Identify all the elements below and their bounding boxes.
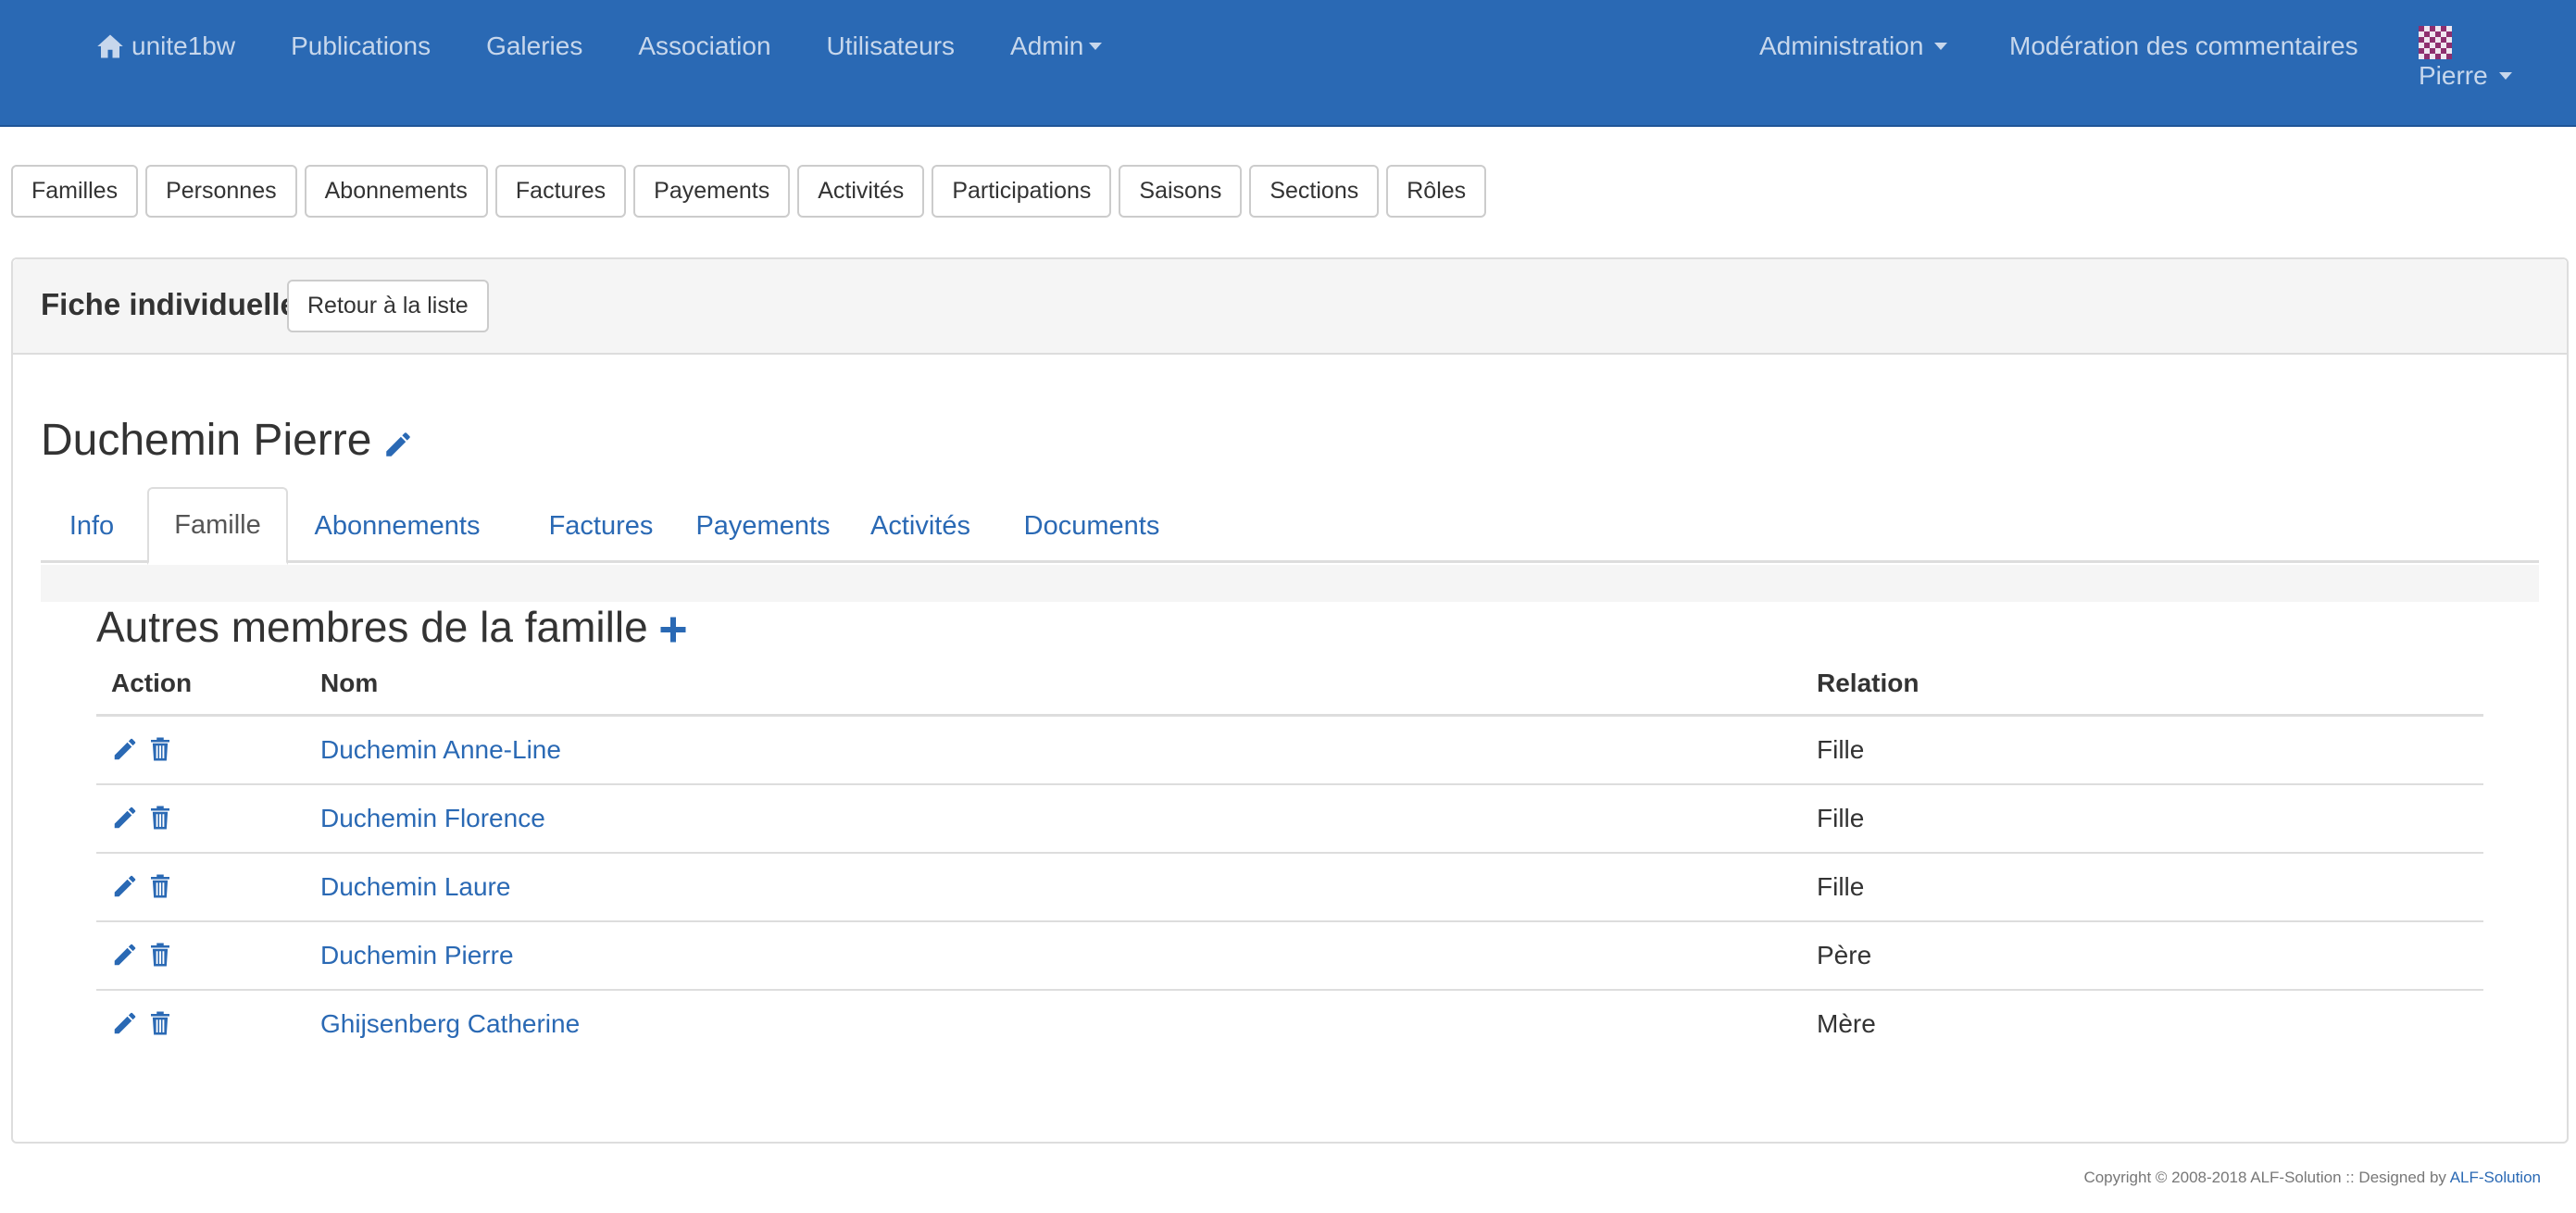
nav-admin-label: Admin	[1010, 31, 1084, 60]
member-name-link[interactable]: Duchemin Pierre	[320, 941, 514, 970]
th-relation: Relation	[1817, 669, 1919, 697]
person-name: Duchemin Pierre	[41, 416, 372, 465]
top-navbar: unite1bw Publications Galeries Associati…	[0, 0, 2576, 127]
subnav-sections[interactable]: Sections	[1249, 165, 1380, 218]
subnav-personnes[interactable]: Personnes	[145, 165, 297, 218]
table-row: Duchemin Anne-Line Fille	[96, 717, 2483, 785]
footer-link[interactable]: ALF-Solution	[2450, 1169, 2541, 1186]
row-actions	[111, 941, 181, 969]
tab-documents[interactable]: Documents	[1013, 487, 1170, 565]
nav-galeries[interactable]: Galeries	[486, 31, 582, 61]
table-header: Action Nom Relation	[96, 663, 2483, 717]
table-row: Duchemin Laure Fille	[96, 854, 2483, 922]
table-row: Duchemin Florence Fille	[96, 785, 2483, 854]
member-name-link[interactable]: Duchemin Anne-Line	[320, 735, 561, 765]
trash-icon[interactable]	[146, 1009, 174, 1037]
th-nom: Nom	[320, 669, 379, 697]
caret-down-icon	[1934, 43, 1948, 50]
row-actions	[111, 1009, 181, 1037]
member-relation: Fille	[1817, 804, 1865, 832]
nav-publications[interactable]: Publications	[291, 31, 431, 61]
nav-admin-dropdown[interactable]: Admin	[1010, 31, 1103, 61]
nav-association[interactable]: Association	[638, 31, 770, 61]
row-actions	[111, 872, 181, 900]
subnav-buttons: Familles Personnes Abonnements Factures …	[11, 165, 1494, 218]
footer-text: Copyright © 2008-2018 ALF-Solution :: De…	[2083, 1169, 2446, 1186]
caret-down-icon	[2498, 72, 2512, 80]
user-menu[interactable]: Pierre	[2419, 26, 2520, 91]
trash-icon[interactable]	[146, 872, 174, 900]
user-name-label: Pierre	[2419, 61, 2488, 90]
tab-activites[interactable]: Activités	[856, 487, 985, 565]
plus-icon[interactable]	[659, 616, 687, 644]
footer: Copyright © 2008-2018 ALF-Solution :: De…	[2083, 1169, 2541, 1187]
member-name-link[interactable]: Duchemin Florence	[320, 804, 545, 833]
subnav-abonnements[interactable]: Abonnements	[304, 165, 488, 218]
subnav-roles[interactable]: Rôles	[1386, 165, 1487, 218]
tab-payements[interactable]: Payements	[689, 487, 837, 565]
home-icon	[97, 34, 123, 58]
nav-administration-label: Administration	[1759, 31, 1924, 60]
tab-famille[interactable]: Famille	[147, 487, 288, 565]
section-title-label: Autres membres de la famille	[96, 603, 648, 651]
trash-icon[interactable]	[146, 735, 174, 763]
pencil-icon[interactable]	[111, 872, 139, 900]
nav-left: unite1bw Publications Galeries Associati…	[96, 0, 1157, 93]
panel-title: Fiche individuelle	[41, 287, 297, 321]
table-row: Duchemin Pierre Père	[96, 922, 2483, 991]
pencil-icon[interactable]	[111, 1009, 139, 1037]
tab-info[interactable]: Info	[41, 487, 143, 565]
pencil-icon[interactable]	[382, 429, 414, 460]
member-relation: Fille	[1817, 735, 1865, 764]
person-panel: Fiche individuelle Retour à la liste Duc…	[11, 257, 2569, 1144]
row-actions	[111, 804, 181, 832]
family-members-table: Action Nom Relation Duchemin Anne-Line F…	[96, 663, 2483, 1059]
nav-moderation[interactable]: Modération des commentaires	[2009, 0, 2358, 93]
subnav-saisons[interactable]: Saisons	[1119, 165, 1243, 218]
subnav-factures[interactable]: Factures	[494, 165, 627, 218]
member-relation: Fille	[1817, 872, 1865, 901]
panel-heading: Fiche individuelle Retour à la liste	[13, 259, 2567, 355]
subnav-participations[interactable]: Participations	[932, 165, 1112, 218]
member-relation: Père	[1817, 941, 1872, 969]
subnav-activites[interactable]: Activités	[797, 165, 925, 218]
nav-brand[interactable]: unite1bw	[96, 31, 235, 61]
tab-content-strip	[41, 565, 2539, 602]
section-title: Autres membres de la famille	[96, 602, 687, 652]
trash-icon[interactable]	[146, 804, 174, 832]
tab-factures[interactable]: Factures	[541, 487, 661, 565]
caret-down-icon	[1089, 43, 1103, 50]
subnav-payements[interactable]: Payements	[633, 165, 791, 218]
member-relation: Mère	[1817, 1009, 1876, 1038]
trash-icon[interactable]	[146, 941, 174, 969]
avatar-icon	[2419, 26, 2452, 59]
pencil-icon[interactable]	[111, 941, 139, 969]
nav-administration-dropdown[interactable]: Administration	[1759, 0, 1948, 93]
tab-abonnements[interactable]: Abonnements	[300, 487, 494, 565]
pencil-icon[interactable]	[111, 735, 139, 763]
nav-utilisateurs[interactable]: Utilisateurs	[827, 31, 955, 61]
member-name-link[interactable]: Ghijsenberg Catherine	[320, 1009, 580, 1039]
pencil-icon[interactable]	[111, 804, 139, 832]
nav-brand-label: unite1bw	[131, 31, 236, 60]
person-tabs: Info Famille Abonnements Factures Payeme…	[41, 487, 2539, 565]
user-name: Pierre	[2419, 61, 2520, 91]
subnav-familles[interactable]: Familles	[11, 165, 139, 218]
th-action: Action	[111, 669, 193, 697]
nav-moderation-label: Modération des commentaires	[2009, 31, 2358, 60]
person-title: Duchemin Pierre	[41, 415, 414, 466]
member-name-link[interactable]: Duchemin Laure	[320, 872, 510, 902]
row-actions	[111, 735, 181, 763]
back-to-list-button[interactable]: Retour à la liste	[287, 280, 489, 332]
table-row: Ghijsenberg Catherine Mère	[96, 991, 2483, 1059]
